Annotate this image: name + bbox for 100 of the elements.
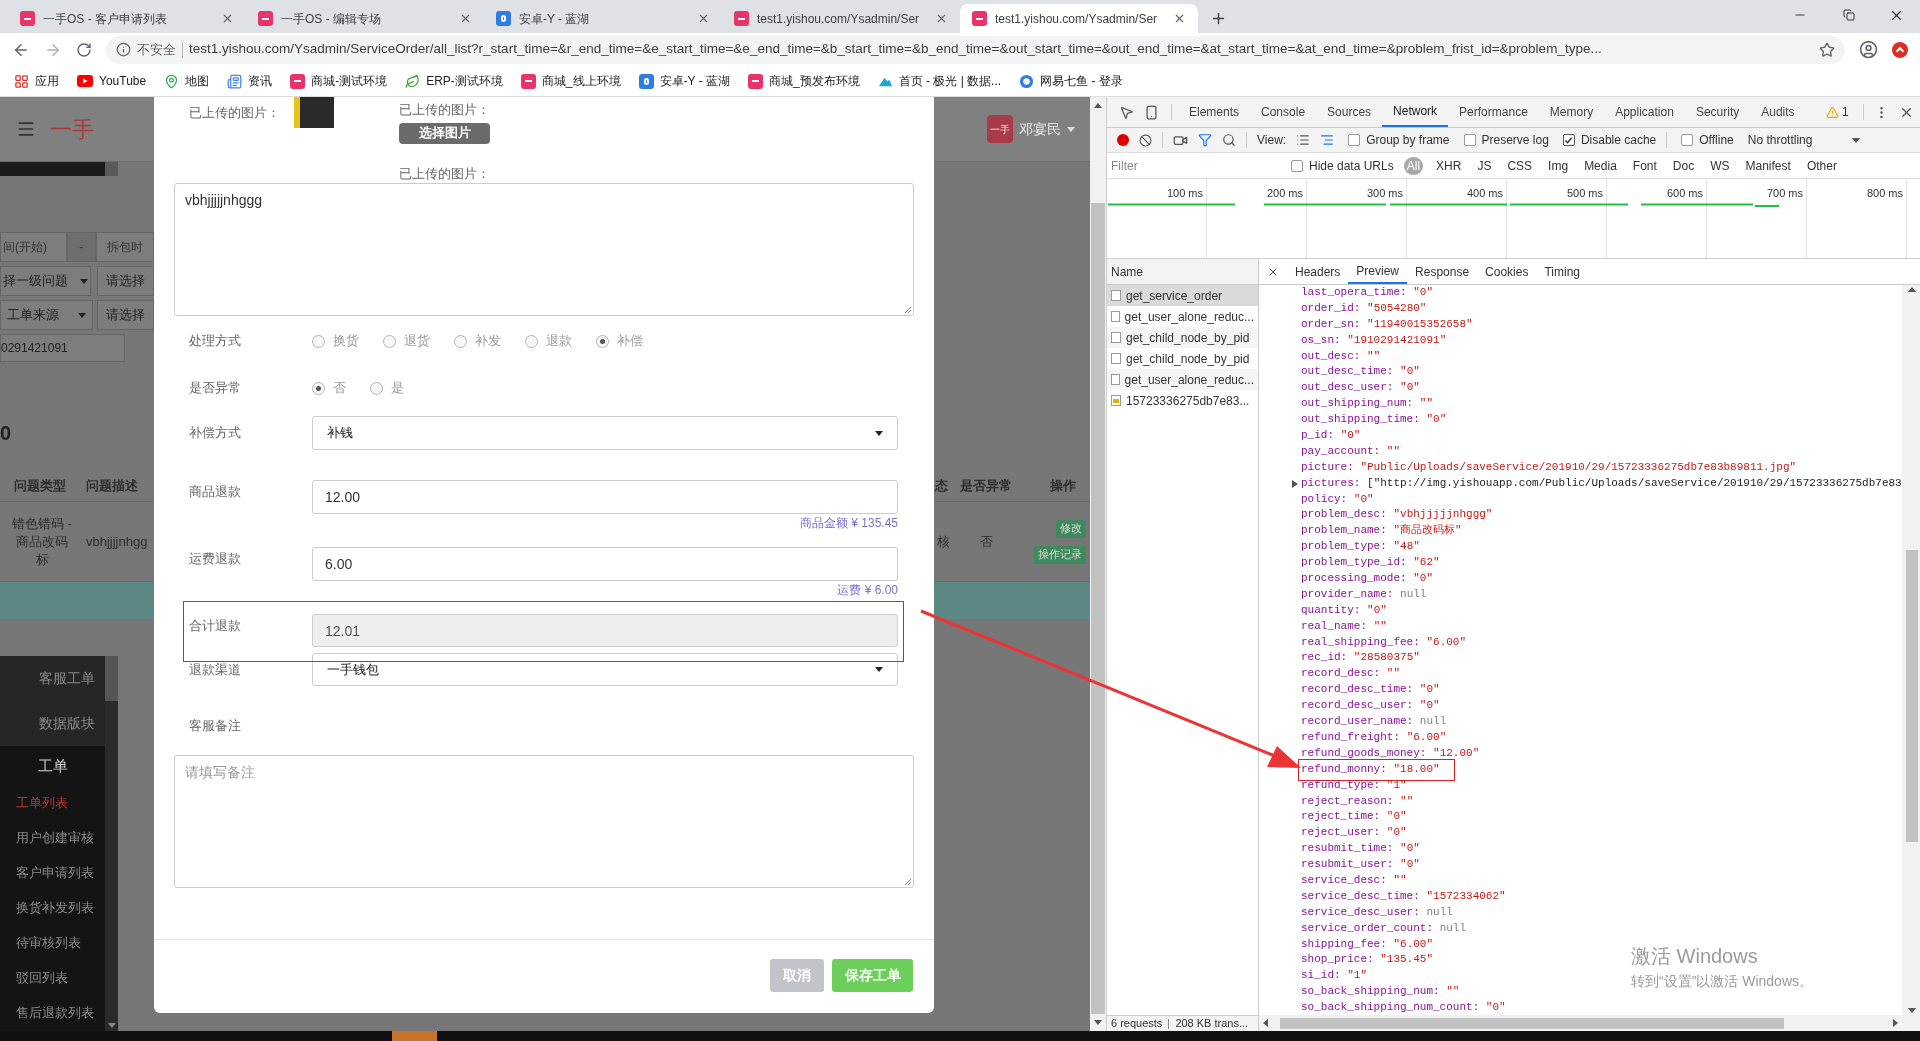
scrollbar-thumb[interactable] xyxy=(1905,550,1918,842)
amount-field[interactable]: 6.00 xyxy=(312,547,898,581)
browser-tab[interactable]: test1.yishou.com/Ysadmin/Ser xyxy=(960,4,1198,33)
sidebar-item[interactable]: 售后退款列表 xyxy=(0,996,105,1031)
list-view-icon[interactable] xyxy=(1296,133,1311,147)
type-filter[interactable]: JS xyxy=(1474,156,1495,175)
sidebar-item[interactable]: 数据版块 xyxy=(0,701,105,746)
radio-button[interactable] xyxy=(383,334,396,348)
devtools-tab[interactable]: Security xyxy=(1684,97,1751,127)
request-row[interactable]: get_user_alone_reduc... xyxy=(1107,369,1258,390)
devtools-tab[interactable]: Application xyxy=(1604,97,1685,127)
devtools-tab[interactable]: Sources xyxy=(1316,97,1383,127)
checkbox[interactable] xyxy=(1681,134,1694,146)
browser-tab[interactable]: 一手OS - 客户申请列表 xyxy=(8,4,246,33)
scrollbar-thumb[interactable] xyxy=(1091,203,1105,1014)
update-icon[interactable] xyxy=(1892,41,1908,58)
bookmark-item[interactable]: 商城-测试环境 xyxy=(290,72,388,90)
address-bar[interactable] xyxy=(106,35,1845,64)
type-filter[interactable]: CSS xyxy=(1504,156,1536,175)
devtools-tab[interactable]: Performance xyxy=(1448,97,1539,127)
type-filter[interactable]: WS xyxy=(1707,156,1733,175)
bookmark-item[interactable]: 商城_线上环境 xyxy=(520,72,621,90)
request-row[interactable]: get_service_order xyxy=(1107,285,1258,306)
bookmark-item[interactable]: ERP-测试环境 xyxy=(405,72,503,90)
menu-icon[interactable] xyxy=(16,119,36,139)
restore-icon[interactable] xyxy=(1843,9,1855,21)
select-field[interactable]: 补钱 xyxy=(312,416,898,450)
detail-tab[interactable]: Headers xyxy=(1287,259,1349,284)
choose-image-button[interactable]: 选择图片 xyxy=(399,122,490,144)
record-button[interactable] xyxy=(1117,134,1129,146)
devtools-tab[interactable]: Audits xyxy=(1750,97,1806,127)
browser-tab[interactable]: test1.yishou.com/Ysadmin/Ser xyxy=(722,4,960,33)
type-filter[interactable]: XHR xyxy=(1433,156,1465,175)
info-icon[interactable] xyxy=(116,42,131,57)
radio-button[interactable] xyxy=(525,334,538,348)
close-icon[interactable] xyxy=(697,12,710,25)
close-icon[interactable] xyxy=(1173,12,1186,25)
filter-field[interactable]: Filter xyxy=(1109,155,1273,176)
type-filter[interactable]: Manifest xyxy=(1742,156,1794,175)
description-field[interactable]: vbhjjjjjnhggg xyxy=(174,183,914,316)
type-filter[interactable]: Font xyxy=(1629,156,1660,175)
request-row[interactable]: get_child_node_by_pid xyxy=(1107,327,1258,348)
browser-tab[interactable]: 一手OS - 编辑专场 xyxy=(246,4,484,33)
detail-tab[interactable]: Timing xyxy=(1536,259,1588,284)
sidebar-item[interactable]: 用户创建审核 xyxy=(0,821,105,856)
bookmark-star-icon[interactable] xyxy=(1819,41,1835,58)
sidebar-item[interactable]: 换货补发列表 xyxy=(0,891,105,926)
detail-tab[interactable]: Cookies xyxy=(1477,259,1537,284)
close-icon[interactable] xyxy=(935,12,948,25)
clear-icon[interactable] xyxy=(1139,133,1152,147)
bookmark-item[interactable]: YouTube xyxy=(77,72,147,90)
inspect-icon[interactable] xyxy=(1119,104,1134,120)
radio-button[interactable] xyxy=(370,381,383,395)
bookmark-item[interactable]: 资讯 xyxy=(227,72,273,90)
device-icon[interactable] xyxy=(1144,104,1159,120)
detail-tab[interactable]: Preview xyxy=(1348,259,1408,284)
close-icon[interactable] xyxy=(459,12,472,25)
bookmark-item[interactable]: 网易七鱼 - 登录 xyxy=(1019,72,1123,90)
account-icon[interactable] xyxy=(1859,40,1878,59)
checkbox[interactable] xyxy=(1562,134,1575,146)
throttling-select[interactable]: No throttling xyxy=(1747,131,1861,149)
bookmark-item[interactable]: 商城_预发布环境 xyxy=(747,72,860,90)
bookmark-item[interactable]: 应用 xyxy=(14,72,59,90)
checkbox[interactable] xyxy=(1463,134,1476,146)
search-field[interactable]: 0291421091 xyxy=(0,334,125,362)
radio-button[interactable] xyxy=(596,334,609,348)
checkbox[interactable] xyxy=(1291,159,1303,172)
scrollbar-thumb[interactable] xyxy=(1280,1017,1784,1029)
sidebar-item[interactable]: 待审核列表 xyxy=(0,926,105,961)
type-filter[interactable]: Img xyxy=(1545,156,1572,175)
type-filter[interactable]: Doc xyxy=(1669,156,1698,175)
scrollbar-thumb[interactable] xyxy=(105,656,118,701)
checkbox[interactable] xyxy=(1348,134,1361,146)
sidebar-item[interactable]: 客服工单 xyxy=(0,656,105,701)
detail-tab[interactable]: Response xyxy=(1407,259,1478,284)
remark-field[interactable]: 请填写备注 xyxy=(174,755,914,888)
url-text[interactable]: test1.yishou.com/Ysadmin/ServiceOrder/all_list?r_start_time=&r_end_time=&e_start_time=&e_end_time=&b_start_time=&b_end_time=&out_start_time=&out_end_time=&at_start_time=&at_end_time=&problem_frist_id=&problem_type... xyxy=(189,39,1602,60)
waterfall-view-icon[interactable] xyxy=(1320,133,1335,147)
sidebar-item[interactable]: 客户申请列表 xyxy=(0,856,105,891)
bookmark-item[interactable]: 地图 xyxy=(164,72,210,90)
browser-tab[interactable]: 安卓-Y - 蓝湖 xyxy=(484,4,722,33)
filter-icon[interactable] xyxy=(1198,133,1212,147)
sidebar-item[interactable]: 驳回列表 xyxy=(0,961,105,996)
radio-button[interactable] xyxy=(454,334,467,348)
new-tab-icon[interactable] xyxy=(1210,10,1227,27)
select-field[interactable]: 请选择 xyxy=(97,266,154,296)
devtools-tab[interactable]: Console xyxy=(1250,97,1317,127)
bookmark-item[interactable]: 首页 - 极光 | 数据... xyxy=(877,72,1002,90)
devtools-tab[interactable]: Elements xyxy=(1178,97,1251,127)
bookmark-item[interactable]: 安卓-Y - 蓝湖 xyxy=(638,72,730,90)
select-field[interactable]: 工单来源 xyxy=(0,300,93,330)
type-filter[interactable]: Media xyxy=(1581,156,1620,175)
warning-count[interactable]: 1 xyxy=(1842,103,1849,121)
radio-button[interactable] xyxy=(312,334,325,348)
devtools-tab[interactable]: Memory xyxy=(1538,97,1605,127)
amount-field[interactable]: 12.00 xyxy=(312,480,898,514)
reload-icon[interactable] xyxy=(76,41,92,58)
select-field[interactable]: 一手钱包 xyxy=(312,653,898,686)
select-field[interactable]: 请选择 xyxy=(97,300,154,330)
close-icon[interactable] xyxy=(221,12,234,25)
